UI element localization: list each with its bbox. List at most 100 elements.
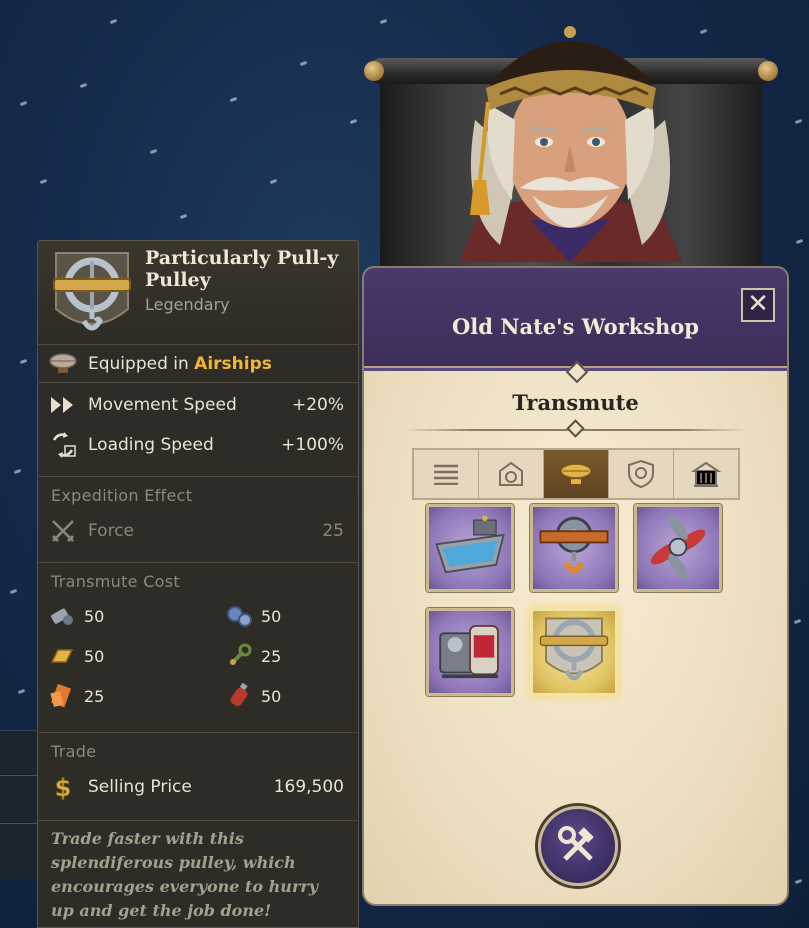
pulley-item-icon [46, 247, 138, 341]
expedition-label: Force [88, 521, 134, 541]
item-slot-orange-pulley[interactable] [530, 504, 618, 592]
building-gear-icon [499, 461, 523, 486]
background-speck [793, 618, 802, 625]
airship-icon [560, 463, 592, 484]
background-speck [795, 238, 804, 245]
cost-item: 50 [48, 639, 225, 673]
equip-location-row: Equipped in Airships [38, 345, 358, 383]
stat-label: Loading Speed [88, 435, 214, 455]
screw-bolts-icon [51, 608, 73, 625]
background-speck [794, 118, 803, 125]
background-speck [149, 148, 158, 155]
tab-defense[interactable] [609, 450, 674, 498]
background-speck [269, 178, 278, 185]
background-speck [349, 118, 358, 125]
item-slot-propeller[interactable] [634, 504, 722, 592]
stats-section: Movement Speed +20% Loading Speed +100% [38, 383, 358, 477]
transmute-subtitle: Transmute [512, 390, 639, 415]
boat-hull-icon [435, 515, 505, 574]
item-flavor-text: Trade faster with this splendiferous pul… [51, 829, 319, 920]
stat-value: +100% [281, 435, 344, 455]
town-hall-icon [691, 461, 721, 487]
tab-all[interactable] [414, 450, 479, 498]
double-arrow-icon [46, 390, 80, 420]
item-rarity: Legendary [145, 295, 230, 314]
item-slot-legendary-pulley[interactable] [530, 608, 618, 696]
crossed-swords-icon [46, 516, 80, 546]
transmute-cost-title: Transmute Cost [51, 572, 180, 591]
transmute-cost-section: Transmute Cost 50 50 50 25 25 50 [38, 563, 358, 733]
cost-value: 25 [261, 646, 282, 666]
item-slot-boat-hull[interactable] [426, 504, 514, 592]
pulley-legendary-icon [539, 617, 609, 681]
cost-item: 50 [225, 679, 355, 713]
cost-item: 50 [48, 599, 225, 633]
cost-value: 50 [84, 606, 105, 626]
stat-row-loading-speed: Loading Speed +100% [38, 425, 358, 465]
workshop-panel: Old Nate's Workshop ✕ Transmute [362, 266, 789, 906]
red-canister-icon [230, 682, 248, 707]
orange-pulley-icon [539, 516, 609, 574]
cost-value: 50 [261, 686, 282, 706]
cost-item: 25 [48, 679, 225, 713]
item-tooltip-panel: Particularly Pull-y Pulley Legendary Equ… [37, 240, 359, 928]
item-name: Particularly Pull-y Pulley [145, 247, 339, 291]
item-slot-engine[interactable] [426, 608, 514, 696]
category-tabs [412, 448, 740, 500]
cost-value: 25 [84, 686, 105, 706]
equip-prefix: Equipped in [88, 353, 195, 374]
stat-value: +20% [291, 395, 344, 415]
tab-airships[interactable] [544, 450, 609, 498]
list-icon [434, 464, 458, 485]
propeller-icon [650, 514, 706, 580]
background-speck [299, 60, 308, 67]
background-speck [17, 688, 26, 695]
orange-scroll-icon [50, 683, 72, 708]
dollar-icon: $ [46, 772, 80, 802]
background-speck [13, 468, 22, 475]
background-speck [794, 878, 803, 885]
background-speck [9, 588, 18, 595]
npc-portrait [420, 10, 720, 262]
background-speck [179, 213, 188, 220]
background-speck [79, 82, 88, 89]
cost-item: 25 [225, 639, 355, 673]
trade-label: Selling Price [88, 777, 192, 797]
background-panel-edge [0, 730, 40, 880]
engine-machine-icon [439, 624, 499, 679]
cost-value: 50 [261, 606, 282, 626]
background-speck [39, 178, 48, 185]
hammer-wrench-icon [558, 826, 594, 861]
workshop-title: Old Nate's Workshop [452, 314, 699, 339]
tab-town[interactable] [674, 450, 738, 498]
background-speck [19, 358, 28, 365]
workshop-header: Old Nate's Workshop ✕ [364, 268, 787, 371]
shield-gear-icon [628, 459, 654, 489]
transmute-button[interactable] [538, 806, 618, 886]
background-speck [19, 100, 28, 107]
trade-row-selling-price: $ Selling Price 169,500 [38, 767, 358, 807]
item-header: Particularly Pull-y Pulley Legendary [38, 241, 358, 345]
tab-buildings[interactable] [479, 450, 544, 498]
trade-value: 169,500 [273, 777, 344, 797]
expedition-title: Expedition Effect [51, 486, 193, 505]
equip-target-link[interactable]: Airships [194, 354, 272, 374]
blue-gears-icon [227, 606, 252, 627]
stat-row-movement-speed: Movement Speed +20% [38, 385, 358, 425]
expedition-row-force: Force 25 [38, 511, 358, 551]
airship-icon [46, 349, 80, 379]
background-speck [109, 18, 118, 25]
svg-text:$: $ [55, 774, 72, 801]
background-speck [229, 96, 238, 103]
stat-label: Movement Speed [88, 395, 237, 415]
background-speck [379, 18, 388, 25]
cost-value: 50 [84, 646, 105, 666]
loading-cycle-icon [46, 430, 80, 460]
trade-title: Trade [51, 742, 97, 761]
close-button[interactable]: ✕ [741, 288, 775, 322]
cost-item: 50 [225, 599, 355, 633]
green-wrench-icon [229, 643, 252, 666]
gold-bar-icon [50, 649, 74, 663]
expedition-section: Expedition Effect Force 25 [38, 477, 358, 563]
expedition-value: 25 [322, 521, 344, 541]
